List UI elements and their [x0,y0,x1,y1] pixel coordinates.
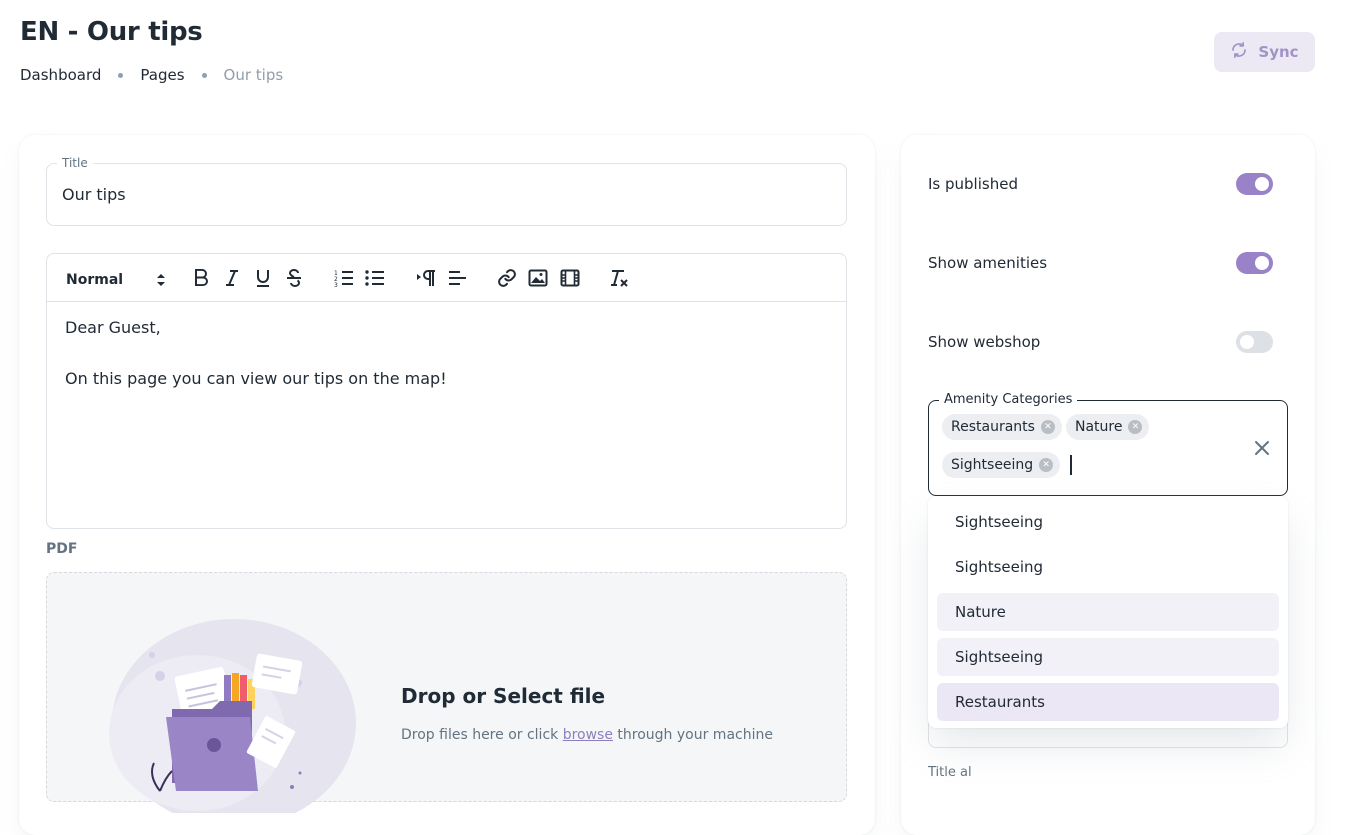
chip-label: Sightseeing [951,457,1034,473]
chip-nature: Nature ✕ [1066,414,1150,440]
italic-icon[interactable] [222,266,242,290]
switch-label: Show webshop [928,333,1041,351]
text-caret [1070,455,1072,475]
option-restaurants[interactable]: Restaurants [937,683,1279,721]
toggle-knob [1240,335,1254,349]
format-select[interactable]: Normal [66,268,166,292]
chip-restaurants: Restaurants ✕ [942,414,1062,440]
file-dropzone[interactable]: Drop or Select file Drop files here or c… [46,572,847,827]
page-title: EN - Our tips [20,17,203,47]
breadcrumb: Dashboard Pages Our tips [20,66,283,84]
breadcrumb-current: Our tips [223,66,284,84]
switch-label: Show amenities [928,254,1048,272]
bullet-list-icon[interactable] [364,266,386,290]
clear-format-icon[interactable] [608,266,630,290]
chip-remove-icon[interactable]: ✕ [1039,458,1054,472]
link-icon[interactable] [496,266,518,290]
dropzone-title: Drop or Select file [401,684,606,708]
dropzone-description: Drop files here or click browse through … [401,727,773,743]
browse-link[interactable]: browse [563,727,613,743]
svg-text:3: 3 [334,282,338,287]
chip-remove-icon[interactable]: ✕ [1128,420,1143,434]
partially-hidden-label: Title al [928,765,972,780]
breadcrumb-separator [118,72,124,78]
show-amenities-toggle[interactable] [1236,252,1273,274]
option-sightseeing[interactable]: Sightseeing [937,548,1279,586]
chip-sightseeing: Sightseeing ✕ [942,452,1061,478]
rich-text-editor[interactable]: Normal 123 Dear Guest, On this page you … [46,253,847,529]
switch-row-show-amenities: Show amenities [928,252,1273,274]
breadcrumb-separator [201,72,207,78]
sync-button[interactable]: Sync [1214,32,1315,72]
chip-remove-icon[interactable]: ✕ [1040,420,1055,434]
title-field-value[interactable]: Our tips [62,185,126,204]
select-arrows-icon [156,273,166,287]
switch-row-is-published: Is published [928,173,1273,195]
breadcrumb-dashboard[interactable]: Dashboard [20,66,101,84]
toggle-knob [1255,177,1269,191]
amenity-categories-field[interactable]: Amenity Categories Restaurants ✕ Nature … [928,392,1288,496]
is-published-toggle[interactable] [1236,173,1273,195]
amenity-options-dropdown: Sightseeing Sightseeing Nature Sightseei… [928,496,1288,728]
dropzone-desc-text: Drop files here or click [401,727,563,743]
editor-paragraph: Dear Guest, [65,318,161,337]
toggle-knob [1255,256,1269,270]
underline-icon[interactable] [253,266,273,290]
format-select-value: Normal [66,272,124,288]
dropzone-desc-text-end: through your machine [612,727,773,743]
image-icon[interactable] [527,266,549,290]
chip-label: Restaurants [951,419,1035,435]
title-field-label: Title [57,156,93,170]
amenity-categories-label: Amenity Categories [939,392,1078,407]
chip-label: Nature [1075,419,1123,435]
upload-illustration-icon [102,613,362,827]
strikethrough-icon[interactable] [284,266,304,290]
clear-icon[interactable] [1253,439,1271,457]
pdf-label: PDF [46,541,78,557]
option-sightseeing[interactable]: Sightseeing [937,503,1279,541]
breadcrumb-pages[interactable]: Pages [140,66,184,84]
bold-icon[interactable] [191,266,211,290]
text-direction-icon[interactable] [415,266,437,290]
sync-icon [1230,41,1248,63]
sync-label: Sync [1258,43,1299,61]
editor-toolbar: Normal 123 [47,254,846,302]
switch-label: Is published [928,175,1018,193]
ordered-list-icon[interactable]: 123 [333,266,355,290]
option-sightseeing[interactable]: Sightseeing [937,638,1279,676]
video-icon[interactable] [559,266,581,290]
editor-paragraph: On this page you can view our tips on th… [65,369,447,388]
align-icon[interactable] [446,266,468,290]
show-webshop-toggle[interactable] [1236,331,1273,353]
editor-content[interactable]: Dear Guest, On this page you can view ou… [47,302,846,440]
title-field[interactable]: Title Our tips [46,156,847,226]
option-nature[interactable]: Nature [937,593,1279,631]
switch-row-show-webshop: Show webshop [928,331,1273,353]
